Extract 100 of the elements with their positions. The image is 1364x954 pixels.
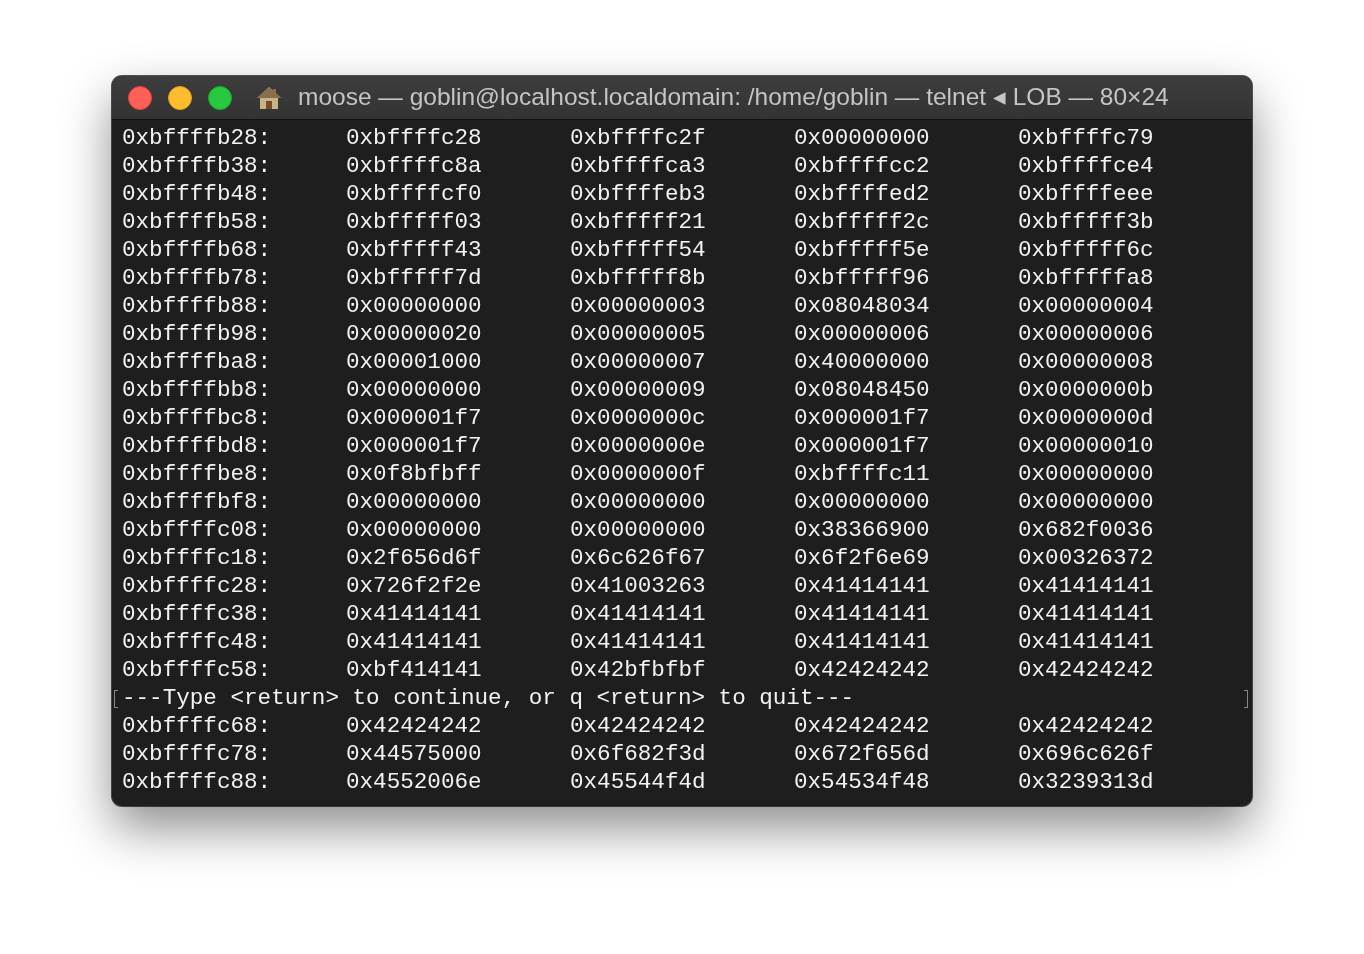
memory-value: 0x41414141	[1018, 572, 1154, 600]
memory-value: 0x08048450	[794, 376, 930, 404]
memory-value: 0x42424242	[794, 656, 930, 684]
memory-address: 0xbffffb58:	[122, 208, 272, 236]
memory-value: 0x41414141	[346, 628, 482, 656]
memory-value: 0x0f8bfbff	[346, 460, 482, 488]
memory-value: 0x682f0036	[1018, 516, 1154, 544]
memory-address: 0xbffffbf8:	[122, 488, 272, 516]
memory-value: 0xbffffc11	[794, 460, 930, 488]
memory-value: 0x696c626f	[1018, 740, 1154, 768]
memory-value: 0xbffffc79	[1018, 124, 1154, 152]
memory-value: 0x6c626f67	[570, 544, 706, 572]
memory-value: 0x41414141	[570, 628, 706, 656]
memory-value: 0x00000010	[1018, 432, 1154, 460]
memory-value: 0xbffffeb3	[570, 180, 706, 208]
memory-value: 0x42424242	[1018, 712, 1154, 740]
memory-value: 0x41414141	[570, 600, 706, 628]
memory-value: 0xbfffff43	[346, 236, 482, 264]
window-title: moose — goblin@localhost.localdomain: /home/goblin — telnet ◂ LOB — 80×24	[298, 82, 1169, 113]
memory-address: 0xbffffc78:	[122, 740, 272, 768]
memory-value: 0x41414141	[1018, 600, 1154, 628]
memory-value: 0xbf414141	[346, 656, 482, 684]
memory-value: 0xbfffffa8	[1018, 264, 1154, 292]
memory-value: 0x00000003	[570, 292, 706, 320]
memory-value: 0x6f682f3d	[570, 740, 706, 768]
memory-address: 0xbffffb68:	[122, 236, 272, 264]
memory-value: 0x00000005	[570, 320, 706, 348]
memory-address: 0xbffffbe8:	[122, 460, 272, 488]
memory-value: 0x00000004	[1018, 292, 1154, 320]
memory-address: 0xbffffc18:	[122, 544, 272, 572]
minimize-button[interactable]	[168, 85, 192, 110]
memory-value: 0x00326372	[1018, 544, 1154, 572]
memory-value: 0x672f656d	[794, 740, 930, 768]
memory-address: 0xbffffc08:	[122, 516, 272, 544]
close-button[interactable]	[128, 85, 152, 110]
memory-value: 0xbfffff3b	[1018, 208, 1154, 236]
memory-value: 0x000001f7	[794, 432, 930, 460]
memory-address: 0xbffffb78:	[122, 264, 272, 292]
memory-value: 0x00000000	[346, 376, 482, 404]
memory-value: 0x6f2f6e69	[794, 544, 930, 572]
memory-address: 0xbffffc88:	[122, 768, 272, 796]
memory-address: 0xbffffc48:	[122, 628, 272, 656]
memory-value: 0x0000000f	[570, 460, 706, 488]
memory-value: 0xbffffc2f	[570, 124, 706, 152]
memory-value: 0x0000000c	[570, 404, 706, 432]
memory-value: 0xbffffcc2	[794, 152, 930, 180]
memory-value: 0x41414141	[794, 572, 930, 600]
memory-value: 0x0000000b	[1018, 376, 1154, 404]
memory-value: 0x41003263	[570, 572, 706, 600]
memory-value: 0x726f2f2e	[346, 572, 482, 600]
memory-value: 0x00000006	[794, 320, 930, 348]
memory-value: 0x0000000d	[1018, 404, 1154, 432]
memory-value: 0x00000000	[794, 124, 930, 152]
memory-value: 0x000001f7	[794, 404, 930, 432]
memory-address: 0xbffffbb8:	[122, 376, 272, 404]
memory-address: 0xbffffb88:	[122, 292, 272, 320]
memory-value: 0x38366900	[794, 516, 930, 544]
memory-value: 0xbffffeee	[1018, 180, 1154, 208]
memory-value: 0xbfffff5e	[794, 236, 930, 264]
memory-address: 0xbffffb98:	[122, 320, 272, 348]
memory-value: 0xbfffff7d	[346, 264, 482, 292]
memory-value: 0x41414141	[794, 600, 930, 628]
memory-value: 0x42bfbfbf	[570, 656, 706, 684]
pager-prompt: ---Type <return> to continue, or q <return> to quit---	[122, 685, 855, 711]
memory-address: 0xbffffba8:	[122, 348, 272, 376]
memory-value: 0x42424242	[346, 712, 482, 740]
memory-value: 0x42424242	[794, 712, 930, 740]
memory-value: 0x00000008	[1018, 348, 1154, 376]
memory-value: 0x00000009	[570, 376, 706, 404]
memory-value: 0x00000000	[346, 516, 482, 544]
memory-value: 0x00000000	[570, 516, 706, 544]
memory-value: 0x00000000	[1018, 488, 1154, 516]
memory-value: 0x00000000	[346, 292, 482, 320]
memory-value: 0xbfffff54	[570, 236, 706, 264]
memory-value: 0xbffffc8a	[346, 152, 482, 180]
memory-address: 0xbffffb28:	[122, 124, 272, 152]
memory-value: 0xbffffcf0	[346, 180, 482, 208]
zoom-button[interactable]	[208, 85, 232, 110]
memory-value: 0x44575000	[346, 740, 482, 768]
memory-address: 0xbffffc68:	[122, 712, 272, 740]
memory-value: 0x00000000	[570, 488, 706, 516]
memory-address: 0xbffffc58:	[122, 656, 272, 684]
memory-value: 0x000001f7	[346, 404, 482, 432]
memory-value: 0xbfffff2c	[794, 208, 930, 236]
memory-value: 0x2f656d6f	[346, 544, 482, 572]
memory-address: 0xbffffc28:	[122, 572, 272, 600]
memory-value: 0x4552006e	[346, 768, 482, 796]
memory-value: 0x3239313d	[1018, 768, 1154, 796]
memory-value: 0xbffffce4	[1018, 152, 1154, 180]
memory-value: 0x00001000	[346, 348, 482, 376]
memory-address: 0xbffffbc8:	[122, 404, 272, 432]
memory-value: 0x00000007	[570, 348, 706, 376]
memory-value: 0x08048034	[794, 292, 930, 320]
memory-value: 0xbffffed2	[794, 180, 930, 208]
memory-value: 0xbfffff6c	[1018, 236, 1154, 264]
memory-value: 0x00000000	[1018, 460, 1154, 488]
memory-address: 0xbffffbd8:	[122, 432, 272, 460]
memory-value: 0xbfffff96	[794, 264, 930, 292]
memory-value: 0x45544f4d	[570, 768, 706, 796]
memory-value: 0x00000006	[1018, 320, 1154, 348]
